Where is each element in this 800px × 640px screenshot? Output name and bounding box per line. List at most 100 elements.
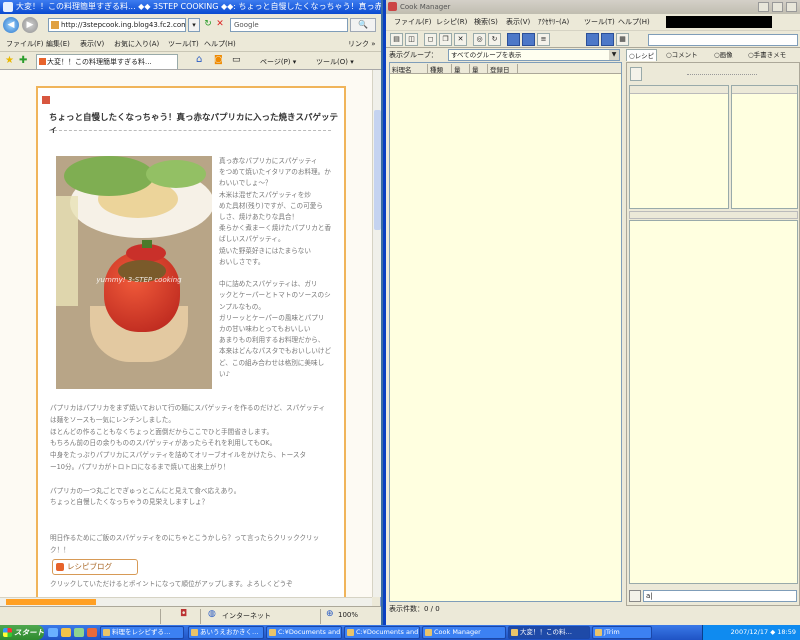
links-menu[interactable]: リンク » (348, 39, 376, 49)
cm-menu-search[interactable]: 検索(S) (474, 17, 498, 27)
menu-favorites[interactable]: お気に入り(A) (114, 39, 159, 49)
cm-menu-accessory[interactable]: ｱｸｾｻﾘｰ(A) (538, 17, 569, 27)
address-toolbar: ◀ ▶ http://3stepcook.ing.blog43.fc2.com/… (0, 14, 381, 36)
maximize-icon[interactable] (772, 2, 783, 12)
tools-menu[interactable]: ツール(O) ▾ (316, 57, 354, 67)
side-text-line: 真っ赤なパプリカにスパゲッティ (219, 157, 318, 165)
print-icon[interactable]: ▭ (232, 55, 241, 65)
copy-icon[interactable]: ❐ (439, 33, 452, 46)
taskbar-button[interactable]: あいうえおかきく… (188, 626, 264, 639)
clock[interactable]: 2007/12/17 ◆ 18:59 (731, 628, 796, 636)
new-recipe-icon[interactable]: ◻ (424, 33, 437, 46)
horizontal-scrollbar[interactable] (0, 597, 372, 606)
menu-tools[interactable]: ツール(T) (168, 39, 199, 49)
cm-menu-recipe[interactable]: レシピ(R) (436, 17, 467, 27)
close-icon[interactable] (786, 2, 797, 12)
desktop-quicklaunch-icon[interactable] (74, 628, 84, 637)
menu-edit[interactable]: 編集(E) (46, 39, 70, 49)
zoom-level[interactable]: 100% (338, 611, 358, 619)
search-input[interactable]: Google (230, 18, 348, 32)
side-text-line: わいいでしょ〜？ (219, 179, 272, 188)
chevron-down-icon[interactable]: ▼ (609, 50, 619, 60)
taskbar-button[interactable]: JTrim (592, 626, 652, 639)
start-button[interactable]: スタート (0, 625, 44, 640)
col-dish-name[interactable]: 料理名 (390, 64, 428, 74)
menu-file[interactable]: ファイル(F) (6, 39, 44, 49)
layout-one-icon[interactable] (586, 33, 599, 46)
minimize-icon[interactable] (758, 2, 769, 12)
post-title: ちょっと自慢したくなっちゃう！真っ赤なパプリカに入った焼きスパゲッティ (49, 113, 339, 135)
pane-splitter[interactable] (629, 211, 798, 219)
cm-menu-tools[interactable]: ツール(T) (584, 17, 615, 27)
taskbar-button[interactable]: 大変！！この料… (508, 626, 590, 639)
back-icon[interactable]: ◀ (3, 17, 19, 33)
system-tray: 2007/12/17 ◆ 18:59 (702, 625, 800, 640)
browser-title: 大変！！この料理簡単すぎる料... ◆◆ 3STEP COOKING ◆◆: ち… (16, 2, 381, 11)
zoom-icon[interactable]: ⊕ (326, 609, 334, 619)
tab-image[interactable]: ○画像 (714, 49, 733, 61)
menu-view[interactable]: 表示(V) (80, 39, 104, 49)
cm-toolbar-input[interactable] (648, 34, 798, 46)
view-detail-icon[interactable] (522, 33, 535, 46)
instructions-pane[interactable] (629, 220, 798, 584)
layout-three-icon[interactable]: ▦ (616, 33, 629, 46)
browser-title-bar[interactable]: 大変！！この料理簡単すぎる料... ◆◆ 3STEP COOKING ◆◆: ち… (0, 0, 381, 14)
recipe-list-header: 料理名 種類 量 量 登録日 (390, 63, 621, 74)
taskbar-button[interactable]: C:¥Documents and (344, 626, 420, 639)
ie-quicklaunch-icon[interactable] (48, 628, 58, 637)
refresh-icon[interactable]: ↻ (203, 19, 213, 29)
cm-title-bar[interactable]: Cook Manager (386, 0, 800, 14)
delete-icon[interactable]: ✕ (454, 33, 467, 46)
detail-small-button[interactable] (630, 67, 642, 81)
ie-icon (3, 2, 13, 12)
vertical-scrollbar[interactable] (372, 70, 381, 597)
stop-icon[interactable]: ✕ (215, 19, 225, 29)
memo-icon[interactable] (629, 590, 641, 602)
address-dropdown-button[interactable]: ▾ (188, 18, 200, 32)
find-icon[interactable]: ◎ (473, 33, 486, 46)
col-registered[interactable]: 登録日 (488, 64, 518, 74)
recipe-list[interactable]: 料理名 種類 量 量 登録日 (389, 62, 622, 602)
tab-comment[interactable]: ○コメント (666, 49, 698, 61)
browser-status-bar: ◘ ◍ インターネット ⊕ 100% (0, 606, 381, 625)
folder-quicklaunch-icon[interactable] (61, 628, 71, 637)
cm-menu-view[interactable]: 表示(V) (506, 17, 530, 27)
taskbar-button[interactable]: Cook Manager (422, 626, 506, 639)
home-icon[interactable]: ⌂ (196, 54, 202, 65)
tab-handwritten-memo[interactable]: ○手書きメモ (748, 49, 786, 61)
browser-tab[interactable]: 大変！！この料理簡単すぎる料... (36, 54, 178, 69)
forward-icon[interactable]: ▶ (22, 17, 38, 33)
preview-icon[interactable]: ◫ (405, 33, 418, 46)
app-icon (269, 629, 276, 636)
app-icon (191, 629, 198, 636)
menu-help[interactable]: ヘルプ(H) (204, 39, 236, 49)
cm-menu-file[interactable]: ファイル(F) (394, 17, 432, 27)
col-amount[interactable]: 量 (452, 64, 470, 74)
amount-pane[interactable] (731, 85, 798, 209)
body-text-line: ー10分。パプリカがトロトロになるまで焼いて出来上がり！ (50, 463, 230, 471)
ingredients-pane[interactable] (629, 85, 729, 209)
page-menu[interactable]: ページ(P) ▾ (260, 57, 296, 67)
media-quicklaunch-icon[interactable] (87, 628, 97, 637)
favorites-star-icon[interactable]: ★ (5, 55, 14, 66)
col-amount-2[interactable]: 量 (470, 64, 488, 74)
col-type[interactable]: 種類 (428, 64, 452, 74)
taskbar-button[interactable]: C:¥Documents and (266, 626, 342, 639)
title-divider (49, 130, 331, 131)
tab-recipe[interactable]: ○レシピ (626, 49, 658, 61)
taskbar-button[interactable]: 料理をレシピずる… (100, 626, 184, 639)
memo-input[interactable]: a| (643, 590, 797, 602)
settings-icon[interactable]: ≡ (537, 33, 550, 46)
recipe-blog-button[interactable]: レシピブログ (52, 559, 138, 575)
layout-two-icon[interactable] (601, 33, 614, 46)
feed-icon[interactable]: ◙ (214, 55, 223, 65)
cm-search-field[interactable] (666, 16, 772, 28)
view-list-icon[interactable] (507, 33, 520, 46)
group-filter-select[interactable]: すべてのグループを表示 ▼ (448, 49, 620, 61)
cm-menu-help[interactable]: ヘルプ(H) (618, 17, 650, 27)
refresh-icon[interactable]: ↻ (488, 33, 501, 46)
print-icon[interactable]: ▤ (390, 33, 403, 46)
address-bar[interactable]: http://3stepcook.ing.blog43.fc2.com/ (48, 18, 186, 32)
search-button[interactable]: 🔍 (350, 18, 376, 32)
add-favorite-icon[interactable]: ✚ (19, 55, 27, 66)
